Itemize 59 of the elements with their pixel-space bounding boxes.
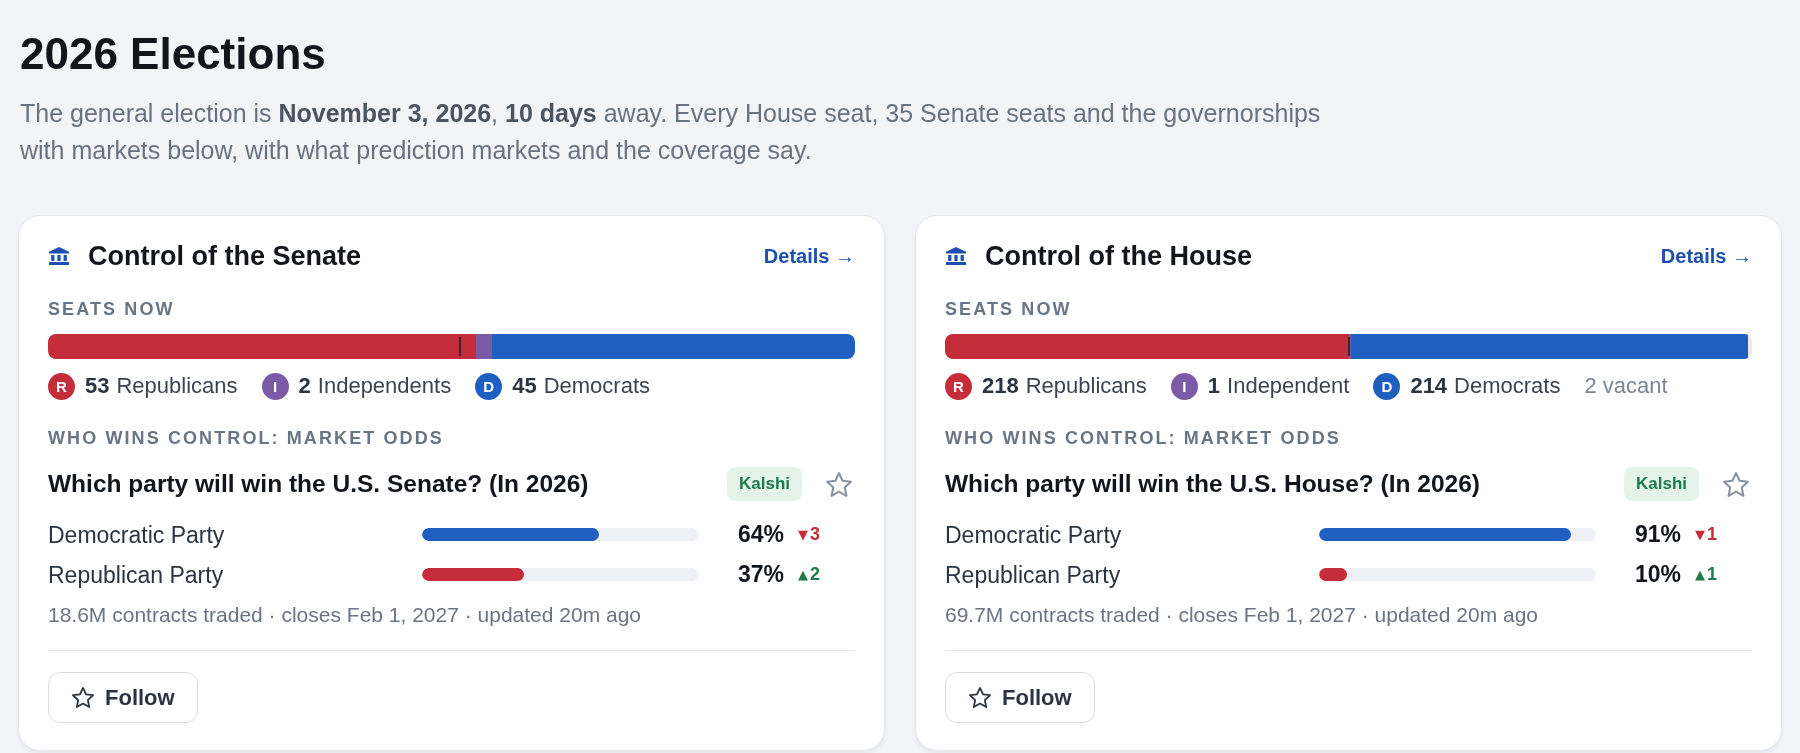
party-name: Republicans [116,373,238,399]
change-value: 3 [810,524,820,545]
details-link[interactable]: Details → [763,244,855,268]
seat-count: 45 [512,373,537,399]
source-badge: Kalshi [1623,467,1699,501]
bank-icon [946,247,966,265]
source-badge: Kalshi [726,467,802,501]
market-meta: 18.6M contracts traded · closes Feb 1, 2027 · updated 20m ago [48,604,642,626]
change-arrow: ▼ [1695,526,1705,543]
party-name: Independents [317,373,452,399]
page-title: 2026 Elections [20,29,327,79]
card-title: Control of the Senate [88,241,361,271]
star-icon [72,687,94,708]
party-badge: R [48,372,75,400]
follow-button[interactable]: Follow [945,672,1095,723]
seat-count: 2 [298,373,311,399]
market-question: Which party will win the U.S. Senate? (In 2026) [48,470,590,498]
seat-count: 53 [85,373,110,399]
star-icon[interactable] [826,471,852,497]
party-name: Independent [1227,373,1350,399]
outcome-name: Democratic Party [48,521,226,548]
seat-count: 1 [1207,373,1221,399]
outcome-name: Republican Party [945,561,1122,588]
seat-count: 218 [982,373,1019,399]
section-label: SEATS NOW [945,299,1073,319]
follow-button[interactable]: Follow [48,672,198,723]
change-value: 1 [1707,564,1717,585]
party-name: Democrats [543,373,650,399]
party-badge: I [1170,372,1198,400]
party-name: Democrats [1454,373,1561,399]
odds-percent: 37% [736,561,784,588]
party-name: Republicans [1025,373,1147,399]
party-badge: D [475,372,503,400]
star-icon[interactable] [1723,471,1749,497]
seat-count: 214 [1410,373,1448,399]
change-value: 2 [810,564,820,585]
change-arrow: ▲ [798,566,808,583]
odds-percent: 64% [736,521,784,548]
party-badge: I [261,372,289,400]
odds-percent: 91% [1633,521,1681,548]
bank-icon [49,247,69,265]
details-link[interactable]: Details → [1660,244,1752,268]
market-meta: 69.7M contracts traded · closes Feb 1, 2027 · updated 20m ago [945,604,1539,626]
market-question: Which party will win the U.S. House? (In 2026) [945,470,1481,498]
outcome-name: Republican Party [48,561,225,588]
party-badge: R [945,372,972,400]
card-title: Control of the House [985,241,1252,271]
section-label: SEATS NOW [48,299,176,319]
section-label: WHO WINS CONTROL: MARKET ODDS [945,428,1342,448]
star-icon [969,687,991,708]
change-value: 1 [1707,524,1717,545]
section-label: WHO WINS CONTROL: MARKET ODDS [48,428,445,448]
change-arrow: ▼ [798,526,808,543]
vacant-note: 2 vacant [1584,373,1668,399]
page-description: The general election is November 3, 2026, 10 days away. Every House seat, 35 Senate seats and the governorships with markets below, with what prediction markets and the coverage say. [20,98,1322,166]
party-badge: D [1373,372,1401,400]
odds-percent: 10% [1633,561,1681,588]
change-arrow: ▲ [1695,566,1705,583]
outcome-name: Democratic Party [945,521,1123,548]
